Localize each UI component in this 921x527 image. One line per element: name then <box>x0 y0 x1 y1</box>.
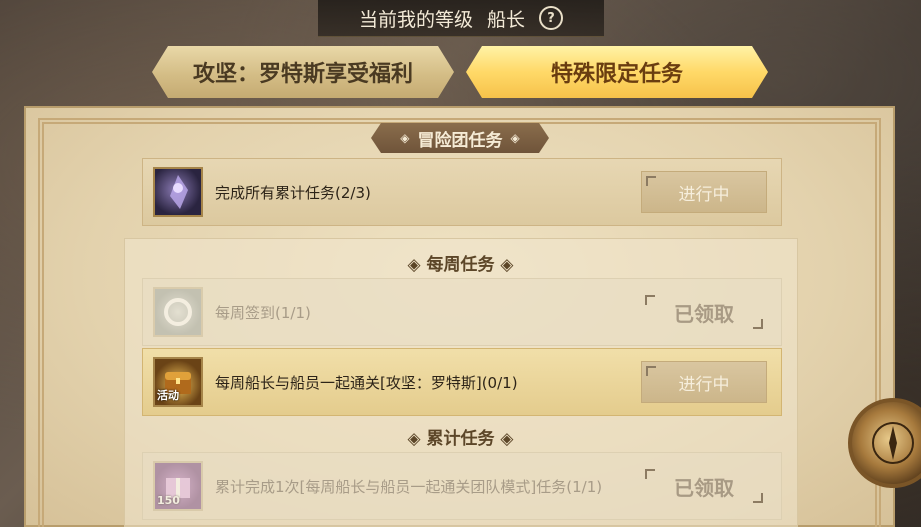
help-icon[interactable]: ? <box>539 6 564 30</box>
rank-label: 当前我的等级 <box>358 8 473 31</box>
task-row-main: 完成所有累计任务(2/3) 进行中 <box>142 158 782 226</box>
diamond-icon: ◈ <box>510 131 520 145</box>
status-label: 已领取 <box>674 301 734 326</box>
section-title: ◈ 冒险团任务 ◈ <box>371 123 549 153</box>
task-row: 每周签到(1/1) 已领取 <box>142 278 782 346</box>
rank-header: 当前我的等级 船长 ? <box>318 0 604 37</box>
status-label: 进行中 <box>678 184 730 205</box>
task-row: 150 累计完成1次[每周船长与船员一起通关团队模式]任务(1/1) 已领取 <box>142 452 782 520</box>
gift-box-icon: 150 <box>153 461 203 511</box>
claimed-badge: 已领取 <box>641 465 767 507</box>
status-label: 已领取 <box>674 475 734 500</box>
tab-rotus-benefits[interactable]: 攻坚：罗特斯享受福利 <box>152 46 454 98</box>
task-row: 活动 每周船长与船员一起通关[攻坚：罗特斯](0/1) 进行中 <box>142 348 782 416</box>
in-progress-button[interactable]: 进行中 <box>641 171 767 213</box>
task-text: 累计完成1次[每周船长与船员一起通关团队模式]任务(1/1) <box>215 477 603 496</box>
in-progress-button[interactable]: 进行中 <box>641 361 767 403</box>
tab-special-limited-tasks[interactable]: 特殊限定任务 <box>466 46 768 98</box>
diamond-icon: ◈ <box>400 131 410 145</box>
status-label: 进行中 <box>678 374 730 395</box>
treasure-chest-icon: 活动 <box>153 357 203 407</box>
crystal-warrior-icon <box>153 167 203 217</box>
task-text: 每周船长与船员一起通关[攻坚：罗特斯](0/1) <box>215 373 518 392</box>
task-text: 每周签到(1/1) <box>215 303 311 322</box>
cumulative-title: ◈ 累计任务 ◈ <box>407 429 514 449</box>
weekly-title: ◈ 每周任务 ◈ <box>407 255 514 275</box>
claimed-badge: 已领取 <box>641 291 767 333</box>
event-badge: 活动 <box>157 389 179 402</box>
section-title-text: 冒险团任务 <box>417 130 503 151</box>
task-text: 完成所有累计任务(2/3) <box>215 183 371 202</box>
ring-icon <box>153 287 203 337</box>
quantity-badge: 150 <box>157 494 180 507</box>
rank-value: 船长 <box>487 8 526 31</box>
